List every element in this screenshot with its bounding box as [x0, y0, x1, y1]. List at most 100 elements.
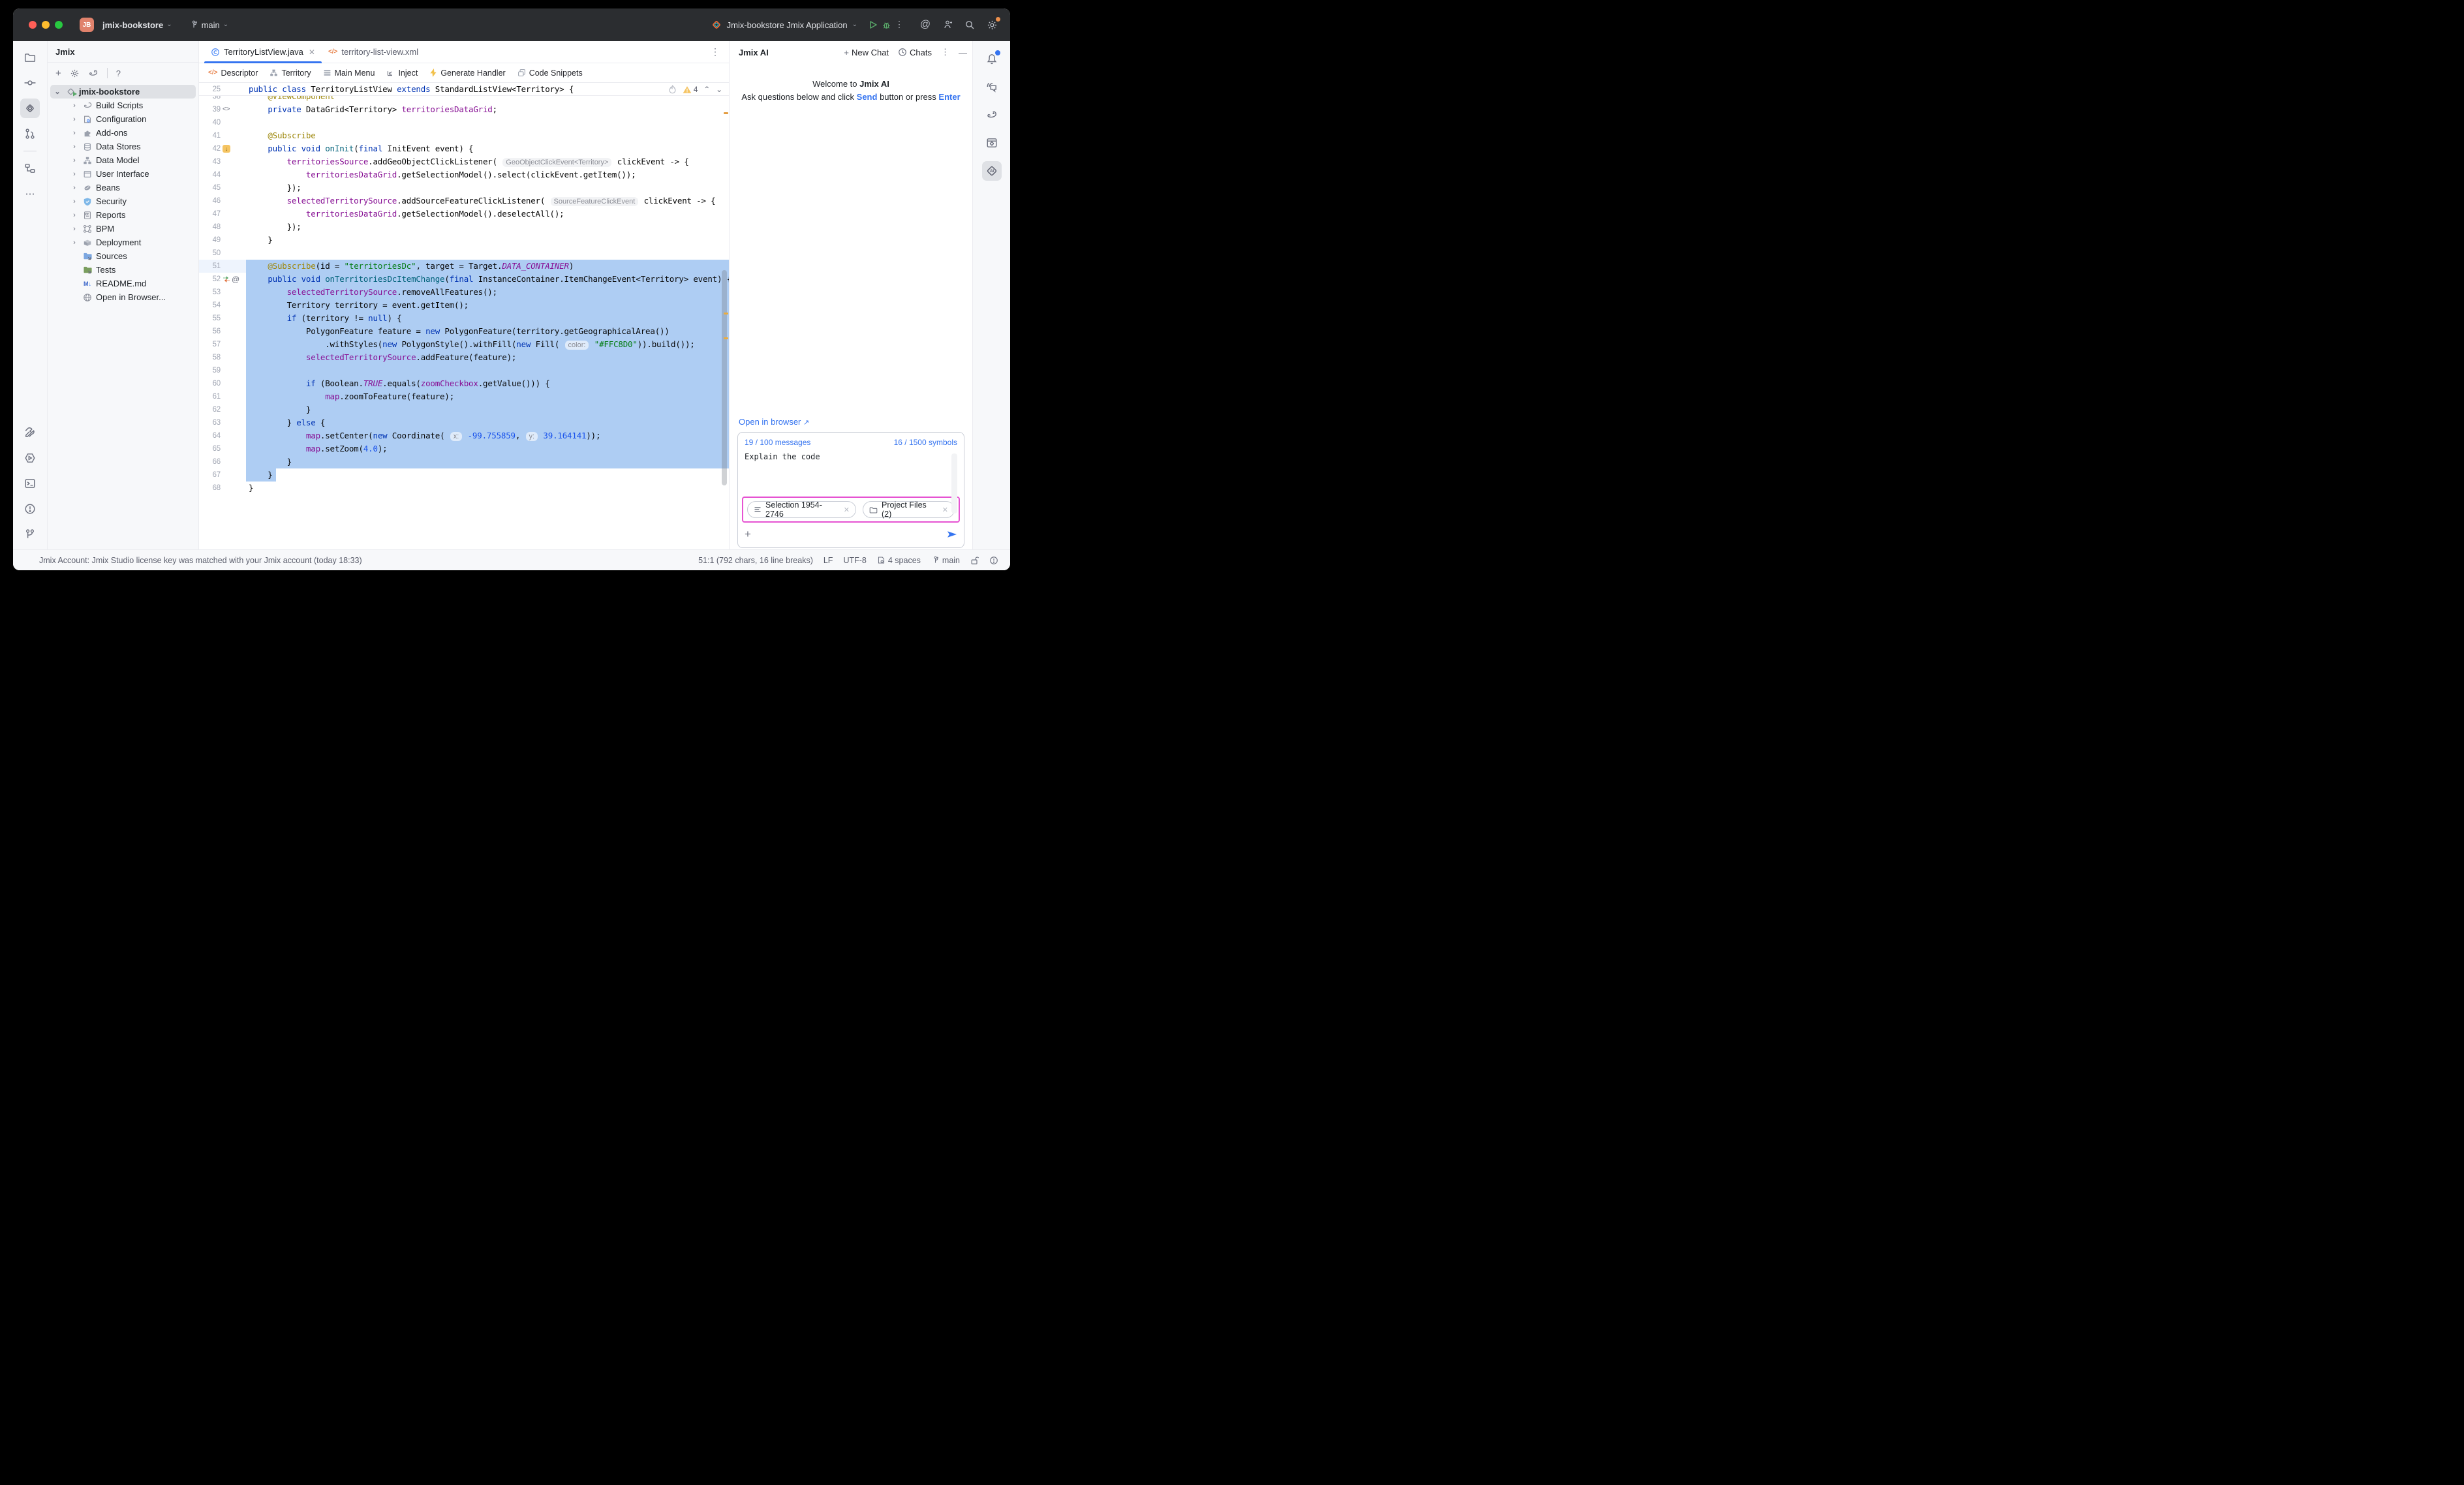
code-line-53[interactable]: 53 selectedTerritorySource.removeAllFeat… — [199, 286, 729, 299]
structure-tool-icon[interactable] — [20, 159, 40, 178]
chevron-right-icon[interactable]: › — [70, 115, 79, 123]
code-line-55[interactable]: 55 if (territory != null) { — [199, 312, 729, 325]
code-line-61[interactable]: 61 map.zoomToFeature(feature); — [199, 390, 729, 403]
zoom-window-button[interactable] — [55, 21, 63, 29]
caret-position[interactable]: 51:1 (792 chars, 16 line breaks) — [698, 556, 813, 565]
chevron-right-icon[interactable]: › — [70, 198, 79, 206]
code-line-67[interactable]: 67 } — [199, 468, 729, 482]
remove-chip-icon[interactable]: ✕ — [942, 506, 948, 514]
tree-item-add-ons[interactable]: › Add-ons — [50, 126, 196, 140]
chevron-right-icon[interactable]: › — [70, 170, 79, 178]
code-line-42[interactable]: 42↓ public void onInit(final InitEvent e… — [199, 142, 729, 155]
run-configuration-widget[interactable]: Jmix-bookstore Jmix Application ⌄ — [711, 19, 857, 31]
tab-territorylistview-java[interactable]: TerritoryListView.java ✕ — [204, 41, 322, 63]
jmix-ui-tool-icon[interactable] — [982, 133, 1002, 153]
selection-context-chip[interactable]: Selection 1954-2746 ✕ — [747, 501, 856, 518]
override-gutter-icon[interactable] — [223, 273, 230, 286]
code-line-63[interactable]: 63 } else { — [199, 416, 729, 429]
descriptor-button[interactable]: </> Descriptor — [208, 69, 258, 78]
gradle-tool-icon[interactable] — [982, 105, 1002, 125]
tree-item-readme[interactable]: M↓ README.md — [50, 277, 196, 290]
tree-item-bpm[interactable]: › BPM — [50, 222, 196, 236]
code-line-46[interactable]: 46 selectedTerritorySource.addSourceFeat… — [199, 194, 729, 207]
chevron-right-icon[interactable]: › — [70, 184, 79, 192]
tree-item-deployment[interactable]: › Deployment — [50, 236, 196, 249]
open-in-browser-link[interactable]: Open in browser ↗ — [730, 417, 972, 432]
terminal-tool-icon[interactable] — [20, 474, 40, 493]
component-injection-icon[interactable]: <> — [223, 103, 230, 116]
close-tab-icon[interactable]: ✕ — [309, 48, 315, 57]
code-line-65[interactable]: 65 map.setZoom(4.0); — [199, 442, 729, 455]
settings-gear-icon[interactable] — [70, 69, 80, 78]
chevron-right-icon[interactable]: › — [70, 157, 79, 164]
project-widget[interactable]: JB jmix-bookstore ⌄ — [80, 18, 172, 32]
search-everywhere-icon[interactable] — [963, 18, 976, 31]
warning-stripe-mark[interactable] — [724, 337, 728, 339]
jmix-tool-icon[interactable] — [20, 99, 40, 118]
add-context-button[interactable]: + — [745, 528, 751, 541]
problems-tool-icon[interactable] — [20, 499, 40, 519]
vcs-widget[interactable]: main ⌄ — [189, 20, 229, 30]
write-access-lock-icon[interactable] — [970, 556, 979, 565]
warnings-badge[interactable]: 4 — [683, 83, 698, 96]
code-line-51[interactable]: 51 @Subscribe(id = "territoriesDc", targ… — [199, 260, 729, 273]
code-line-45[interactable]: 45 }); — [199, 181, 729, 194]
chevron-down-icon[interactable]: ⌄ — [53, 87, 62, 96]
settings-gear-icon[interactable] — [985, 18, 998, 31]
code-line-59[interactable]: 59 — [199, 364, 729, 377]
notifications-bell-icon[interactable] — [982, 49, 1002, 69]
tree-item-data-stores[interactable]: › Data Stores — [50, 140, 196, 153]
new-chat-button[interactable]: + New Chat — [844, 48, 889, 57]
tree-item-tests[interactable]: Tests — [50, 263, 196, 277]
chevron-right-icon[interactable]: › — [70, 129, 79, 137]
code-line-66[interactable]: 66 } — [199, 455, 729, 468]
code-line-48[interactable]: 48 }); — [199, 221, 729, 234]
ai-assistant-icon[interactable]: @ — [919, 18, 932, 31]
editor-scrollbar[interactable] — [722, 270, 727, 485]
code-line-49[interactable]: 49 } — [199, 234, 729, 247]
hide-panel-button[interactable]: — — [959, 48, 967, 57]
territory-button[interactable]: Territory — [270, 69, 311, 78]
warning-stripe-mark[interactable] — [724, 112, 728, 114]
chevron-right-icon[interactable]: › — [70, 239, 79, 247]
minimize-window-button[interactable] — [42, 21, 50, 29]
send-button[interactable] — [947, 530, 957, 539]
code-with-me-icon[interactable] — [941, 18, 954, 31]
code-line-50[interactable]: 50 — [199, 247, 729, 260]
tree-item-reports[interactable]: › Reports — [50, 208, 196, 222]
tree-item-configuration[interactable]: › Configuration — [50, 112, 196, 126]
prev-warning-chevron[interactable]: ⌃ — [703, 83, 710, 96]
annotation-gutter-icon[interactable]: @ — [232, 273, 239, 286]
code-line-47[interactable]: 47 territoriesDataGrid.getSelectionModel… — [199, 207, 729, 221]
code-line-54[interactable]: 54 Territory territory = event.getItem()… — [199, 299, 729, 312]
project-files-context-chip[interactable]: Project Files (2) ✕ — [863, 501, 955, 518]
chats-button[interactable]: Chats — [898, 48, 932, 57]
chevron-right-icon[interactable]: › — [70, 225, 79, 233]
commit-tool-icon[interactable] — [20, 73, 40, 93]
code-line-57[interactable]: 57 .withStyles(new PolygonStyle().withFi… — [199, 338, 729, 351]
code-line-52[interactable]: 52@ public void onTerritoriesDcItemChang… — [199, 273, 729, 286]
sticky-line-25[interactable]: 25 public class TerritoryListView extend… — [199, 83, 729, 96]
code-line-56[interactable]: 56 PolygonFeature feature = new PolygonF… — [199, 325, 729, 338]
file-encoding[interactable]: UTF-8 — [843, 556, 866, 565]
project-tool-icon[interactable] — [20, 48, 40, 67]
tree-item-beans[interactable]: › Beans — [50, 181, 196, 194]
code-line-41[interactable]: 41 @Subscribe — [199, 129, 729, 142]
input-scrollbar[interactable] — [951, 453, 957, 513]
pull-requests-tool-icon[interactable] — [20, 124, 40, 144]
code-editor[interactable]: 25 public class TerritoryListView extend… — [199, 83, 729, 549]
ai-options-kebab[interactable]: ⋮ — [941, 47, 949, 57]
code-line-64[interactable]: 64 map.setCenter(new Coordinate( x: -99.… — [199, 429, 729, 442]
code-line-60[interactable]: 60 if (Boolean.TRUE.equals(zoomCheckbox.… — [199, 377, 729, 390]
main-menu-button[interactable]: Main Menu — [323, 69, 375, 78]
inspection-flame-icon[interactable] — [668, 85, 677, 94]
code-line-62[interactable]: 62 } — [199, 403, 729, 416]
chevron-right-icon[interactable]: › — [70, 102, 79, 110]
build-tool-icon[interactable] — [20, 423, 40, 442]
remove-chip-icon[interactable]: ✕ — [844, 506, 850, 514]
help-button[interactable]: ? — [116, 69, 121, 78]
line-ending[interactable]: LF — [824, 556, 833, 565]
code-snippets-button[interactable]: Code Snippets — [517, 69, 583, 78]
status-message[interactable]: Jmix Account: Jmix Studio license key wa… — [39, 556, 698, 565]
generate-handler-button[interactable]: Generate Handler — [429, 69, 505, 78]
